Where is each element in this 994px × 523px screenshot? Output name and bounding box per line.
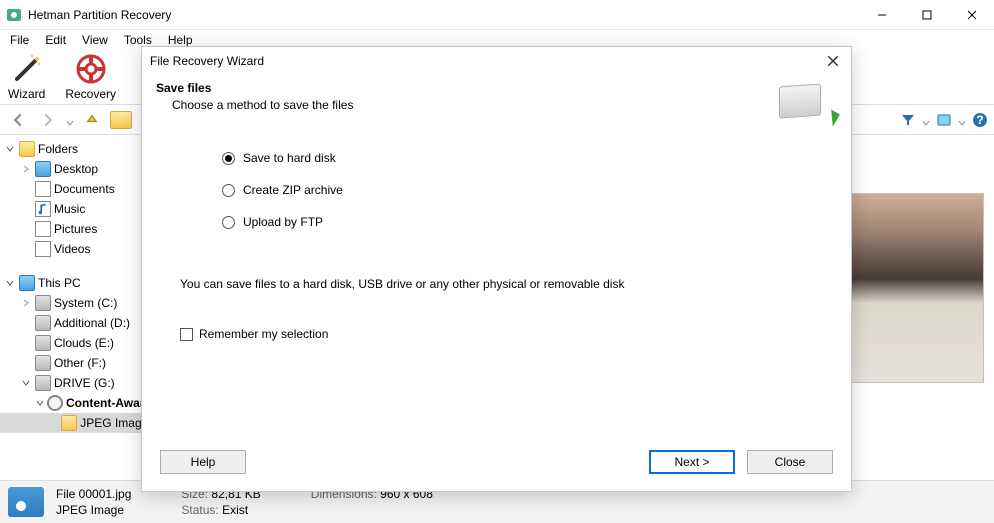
drive-icon	[35, 315, 51, 331]
picture-icon	[35, 221, 51, 237]
dialog-body: Save to hard disk Create ZIP archive Upl…	[142, 133, 851, 443]
checkbox-label-remember: Remember my selection	[199, 327, 328, 341]
dialog-header: Save files Choose a method to save the f…	[142, 75, 851, 133]
file-recovery-wizard-dialog: File Recovery Wizard Save files Choose a…	[141, 46, 852, 492]
desktop-icon	[35, 161, 51, 177]
chevron-down-icon[interactable]	[4, 143, 16, 155]
drive-icon	[35, 355, 51, 371]
dialog-note: You can save files to a hard disk, USB d…	[180, 277, 817, 291]
drive-icon	[35, 335, 51, 351]
filter-icon[interactable]	[900, 112, 916, 128]
magnifier-icon	[47, 395, 63, 411]
view-icon[interactable]	[936, 112, 952, 128]
folder-icon	[19, 141, 35, 157]
up-button[interactable]	[80, 108, 104, 132]
video-icon	[35, 241, 51, 257]
radio-save-hard-disk[interactable]: Save to hard disk	[222, 151, 817, 165]
dialog-footer: Help Next > Close	[142, 443, 851, 491]
radio-label-zip: Create ZIP archive	[243, 183, 343, 197]
tree-label-folders: Folders	[38, 142, 78, 156]
app-icon	[6, 7, 22, 23]
history-dropdown-icon[interactable]	[66, 116, 74, 124]
close-button-label: Close	[775, 455, 806, 469]
status-filename: File 00001.jpg	[56, 487, 131, 501]
chevron-down-icon[interactable]	[36, 397, 44, 409]
checkbox-icon	[180, 328, 193, 341]
wizard-label: Wizard	[8, 87, 45, 101]
wizard-button[interactable]: Wizard	[8, 53, 45, 101]
chevron-right-icon[interactable]	[20, 163, 32, 175]
radio-icon	[222, 216, 235, 229]
tree-label-additional: Additional (D:)	[54, 316, 130, 330]
hard-disk-icon	[777, 81, 837, 125]
help-button[interactable]: Help	[160, 450, 246, 474]
titlebar: Hetman Partition Recovery	[0, 0, 994, 30]
radio-label-hd: Save to hard disk	[243, 151, 336, 165]
menu-file[interactable]: File	[4, 31, 35, 49]
pc-icon	[19, 275, 35, 291]
dialog-header-title: Save files	[156, 81, 777, 95]
menu-edit[interactable]: Edit	[39, 31, 72, 49]
minimize-button[interactable]	[859, 0, 904, 30]
radio-upload-ftp[interactable]: Upload by FTP	[222, 215, 817, 229]
dialog-header-subtitle: Choose a method to save the files	[156, 98, 777, 112]
close-button[interactable]: Close	[747, 450, 833, 474]
tree-label-system: System (C:)	[54, 296, 117, 310]
status-filetype: JPEG Image	[56, 503, 131, 517]
dialog-titlebar: File Recovery Wizard	[142, 47, 851, 75]
lifebuoy-icon	[75, 53, 107, 85]
music-icon	[35, 201, 51, 217]
drive-icon	[35, 375, 51, 391]
menu-view[interactable]: View	[76, 31, 114, 49]
status-status-label: Status:	[181, 503, 218, 517]
document-icon	[35, 181, 51, 197]
filter-dropdown-icon[interactable]	[922, 116, 930, 124]
preview-thumbnail	[849, 193, 984, 383]
wand-icon	[11, 53, 43, 85]
tree-label-pictures: Pictures	[54, 222, 97, 236]
path-folder-icon[interactable]	[110, 111, 132, 129]
tree-label-thispc: This PC	[38, 276, 81, 290]
maximize-button[interactable]	[904, 0, 949, 30]
radio-icon	[222, 184, 235, 197]
back-button[interactable]	[6, 108, 30, 132]
tree-label-videos: Videos	[54, 242, 90, 256]
radio-label-ftp: Upload by FTP	[243, 215, 323, 229]
forward-button[interactable]	[36, 108, 60, 132]
recovery-button[interactable]: Recovery	[65, 53, 116, 101]
radio-icon	[222, 152, 235, 165]
radio-create-zip[interactable]: Create ZIP archive	[222, 183, 817, 197]
tree-label-desktop: Desktop	[54, 162, 98, 176]
view-dropdown-icon[interactable]	[958, 116, 966, 124]
status-file-icon	[8, 487, 44, 517]
dialog-title: File Recovery Wizard	[150, 54, 823, 68]
svg-text:?: ?	[976, 113, 983, 127]
chevron-down-icon[interactable]	[20, 377, 32, 389]
recovery-label: Recovery	[65, 87, 116, 101]
tree-label-documents: Documents	[54, 182, 115, 196]
chevron-right-icon[interactable]	[20, 297, 32, 309]
window-title: Hetman Partition Recovery	[28, 8, 859, 22]
checkbox-remember[interactable]: Remember my selection	[180, 327, 817, 341]
status-status-value: Exist	[222, 503, 248, 517]
folder-icon	[61, 415, 77, 431]
tree-label-music: Music	[54, 202, 85, 216]
tree-label-other: Other (F:)	[54, 356, 106, 370]
close-button[interactable]	[949, 0, 994, 30]
chevron-down-icon[interactable]	[4, 277, 16, 289]
window-controls	[859, 0, 994, 29]
help-button-label: Help	[191, 455, 216, 469]
dialog-close-button[interactable]	[823, 51, 843, 71]
help-icon[interactable]: ?	[972, 112, 988, 128]
next-button[interactable]: Next >	[649, 450, 735, 474]
drive-icon	[35, 295, 51, 311]
tree-label-clouds: Clouds (E:)	[54, 336, 114, 350]
tree-label-drive: DRIVE (G:)	[54, 376, 115, 390]
next-button-label: Next >	[674, 455, 709, 469]
